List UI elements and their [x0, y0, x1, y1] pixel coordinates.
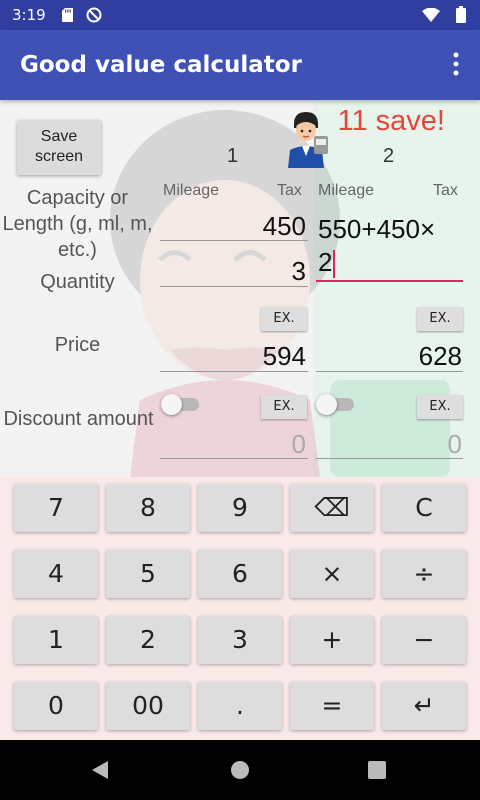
shop-staff-icon: [288, 112, 328, 168]
status-time: 3:19: [12, 6, 46, 24]
column-2-mileage-label: Mileage: [318, 182, 375, 199]
column-1-quantity-underline: [160, 286, 308, 287]
key-1[interactable]: 1: [14, 616, 98, 664]
comparison-form: Save screen 11 save! 1 2 Mileage Tax Mil…: [0, 100, 480, 477]
sd-card-icon: [62, 8, 73, 22]
app-title: Good value calculator: [20, 52, 302, 78]
column-2-discount-field[interactable]: 0: [316, 429, 462, 460]
overflow-menu-icon[interactable]: [452, 52, 460, 76]
clear-key[interactable]: C: [382, 484, 466, 532]
key-8[interactable]: 8: [106, 484, 190, 532]
key-5[interactable]: 5: [106, 550, 190, 598]
column-1-price-ex-button[interactable]: EX.: [261, 307, 307, 331]
back-icon[interactable]: [90, 760, 110, 780]
key-6[interactable]: 6: [198, 550, 282, 598]
enter-key[interactable]: ↵: [382, 682, 466, 730]
navigation-bar: [0, 740, 480, 800]
key-4[interactable]: 4: [14, 550, 98, 598]
divide-key[interactable]: ÷: [382, 550, 466, 598]
key-2[interactable]: 2: [106, 616, 190, 664]
column-1-discount-toggle[interactable]: [161, 392, 201, 416]
save-result-message: 11 save!: [337, 105, 445, 137]
column-1-discount-underline: [160, 458, 308, 459]
save-screen-button[interactable]: Save screen: [17, 120, 101, 175]
battery-icon: [456, 6, 466, 23]
recent-apps-icon[interactable]: [368, 761, 386, 779]
column-2-expression-line2: 2: [318, 247, 333, 277]
save-screen-label-line1: Save: [40, 128, 78, 145]
plus-key[interactable]: +: [290, 616, 374, 664]
column-1-tax-label: Tax: [277, 182, 302, 199]
app-bar: Good value calculator: [0, 30, 480, 100]
column-1-price-underline: [160, 371, 308, 372]
keypad: 7 8 9 ⌫ C 4 5 6 × ÷ 1 2 3 + − 0 00 . = ↵: [0, 477, 480, 740]
column-1-capacity-underline: [160, 240, 308, 241]
column-1-discount-field[interactable]: 0: [160, 429, 306, 460]
save-screen-label-line2: screen: [34, 148, 84, 165]
column-2-price-ex-button[interactable]: EX.: [417, 307, 463, 331]
decimal-key[interactable]: .: [198, 682, 282, 730]
key-3[interactable]: 3: [198, 616, 282, 664]
price-label: Price: [54, 334, 101, 356]
key-9[interactable]: 9: [198, 484, 282, 532]
minus-key[interactable]: −: [382, 616, 466, 664]
multiply-key[interactable]: ×: [290, 550, 374, 598]
quantity-label: Quantity: [40, 271, 115, 293]
status-bar: 3:19: [0, 0, 480, 30]
column-1-quantity-field[interactable]: 3: [160, 256, 306, 287]
column-2-capacity-underline-active: [316, 280, 463, 282]
backspace-key[interactable]: ⌫: [290, 484, 374, 532]
capacity-label: Capacity or Length (g, ml, m, etc.): [2, 187, 153, 261]
key-00[interactable]: 00: [106, 682, 190, 730]
column-2-price-field[interactable]: 628: [316, 341, 462, 372]
wifi-icon: [422, 8, 440, 22]
column-2-discount-toggle[interactable]: [316, 392, 356, 416]
column-2-expression-line1: 550+450×: [318, 214, 436, 244]
column-2-discount-underline: [316, 458, 463, 459]
column-1-number: 1: [227, 145, 239, 167]
column-2-tax-label: Tax: [433, 182, 458, 199]
column-2-price-underline: [316, 371, 463, 372]
column-1-price-field[interactable]: 594: [160, 341, 306, 372]
column-1-discount-ex-button[interactable]: EX.: [261, 395, 307, 419]
discount-label: Discount amount: [3, 408, 154, 430]
home-icon[interactable]: [230, 760, 250, 780]
key-0[interactable]: 0: [14, 682, 98, 730]
column-1-mileage-label: Mileage: [163, 182, 220, 199]
do-not-disturb-icon: [86, 7, 102, 23]
text-cursor: [333, 250, 336, 279]
key-7[interactable]: 7: [14, 484, 98, 532]
column-1-capacity-field[interactable]: 450: [160, 211, 306, 242]
column-2-discount-ex-button[interactable]: EX.: [417, 395, 463, 419]
equals-key[interactable]: =: [290, 682, 374, 730]
column-2-capacity-expression-field[interactable]: 550+450× 2: [318, 213, 463, 279]
column-2-number: 2: [383, 145, 395, 167]
